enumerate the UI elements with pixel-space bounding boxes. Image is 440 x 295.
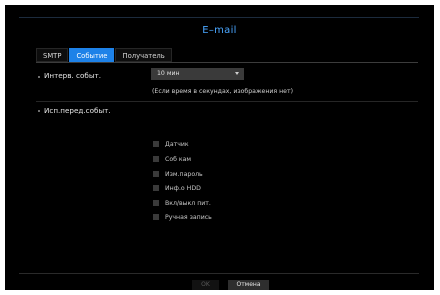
checkbox-manual-record[interactable]: Ручная запись	[153, 212, 212, 222]
interval-label: Интерв. событ.	[44, 71, 101, 80]
tab-event[interactable]: Событие	[69, 48, 115, 62]
checkbox-box[interactable]	[153, 156, 159, 162]
chevron-down-icon	[235, 72, 239, 75]
checkbox-box[interactable]	[153, 171, 159, 177]
checkbox-label: Датчик	[165, 140, 189, 148]
footer-divider	[19, 273, 419, 274]
ok-button[interactable]: OK	[192, 280, 219, 290]
checkbox-label: Вкл/выкл пит.	[165, 199, 211, 207]
interval-select[interactable]: 10 мин	[151, 68, 244, 80]
checkbox-sensor[interactable]: Датчик	[153, 139, 189, 149]
checkbox-label: Соб кам	[165, 155, 192, 163]
checkbox-hdd-info[interactable]: Инф.о HDD	[153, 183, 201, 193]
tab-smtp[interactable]: SMTP	[36, 48, 69, 62]
checkbox-password-change[interactable]: Изм.пароль	[153, 169, 203, 179]
checkbox-power-onoff[interactable]: Вкл/выкл пит.	[153, 198, 211, 208]
cancel-button[interactable]: Отмена	[228, 280, 269, 290]
checkbox-box[interactable]	[153, 185, 159, 191]
events-label: Исп.перед.событ.	[44, 106, 111, 115]
checkbox-label: Изм.пароль	[165, 170, 203, 178]
checkbox-box[interactable]	[153, 214, 159, 220]
bullet-icon	[38, 76, 40, 78]
section-divider	[36, 101, 418, 102]
checkbox-label: Ручная запись	[165, 213, 212, 221]
checkbox-box[interactable]	[153, 141, 159, 147]
title-divider	[19, 17, 419, 18]
tab-recipient[interactable]: Получатель	[115, 48, 172, 62]
tab-bar: SMTP Событие Получатель	[36, 48, 173, 62]
bullet-icon	[38, 110, 40, 112]
email-settings-dialog: E–mail SMTP Событие Получатель Интерв. с…	[5, 5, 434, 290]
dialog-title: E–mail	[202, 25, 237, 36]
checkbox-box[interactable]	[153, 200, 159, 206]
checkbox-label: Инф.о HDD	[165, 184, 201, 192]
interval-select-value: 10 мин	[157, 70, 180, 77]
checkbox-camera-event[interactable]: Соб кам	[153, 154, 191, 164]
tabs-divider	[36, 62, 418, 63]
interval-note: (Если время в секундах, изображения нет)	[152, 88, 293, 95]
